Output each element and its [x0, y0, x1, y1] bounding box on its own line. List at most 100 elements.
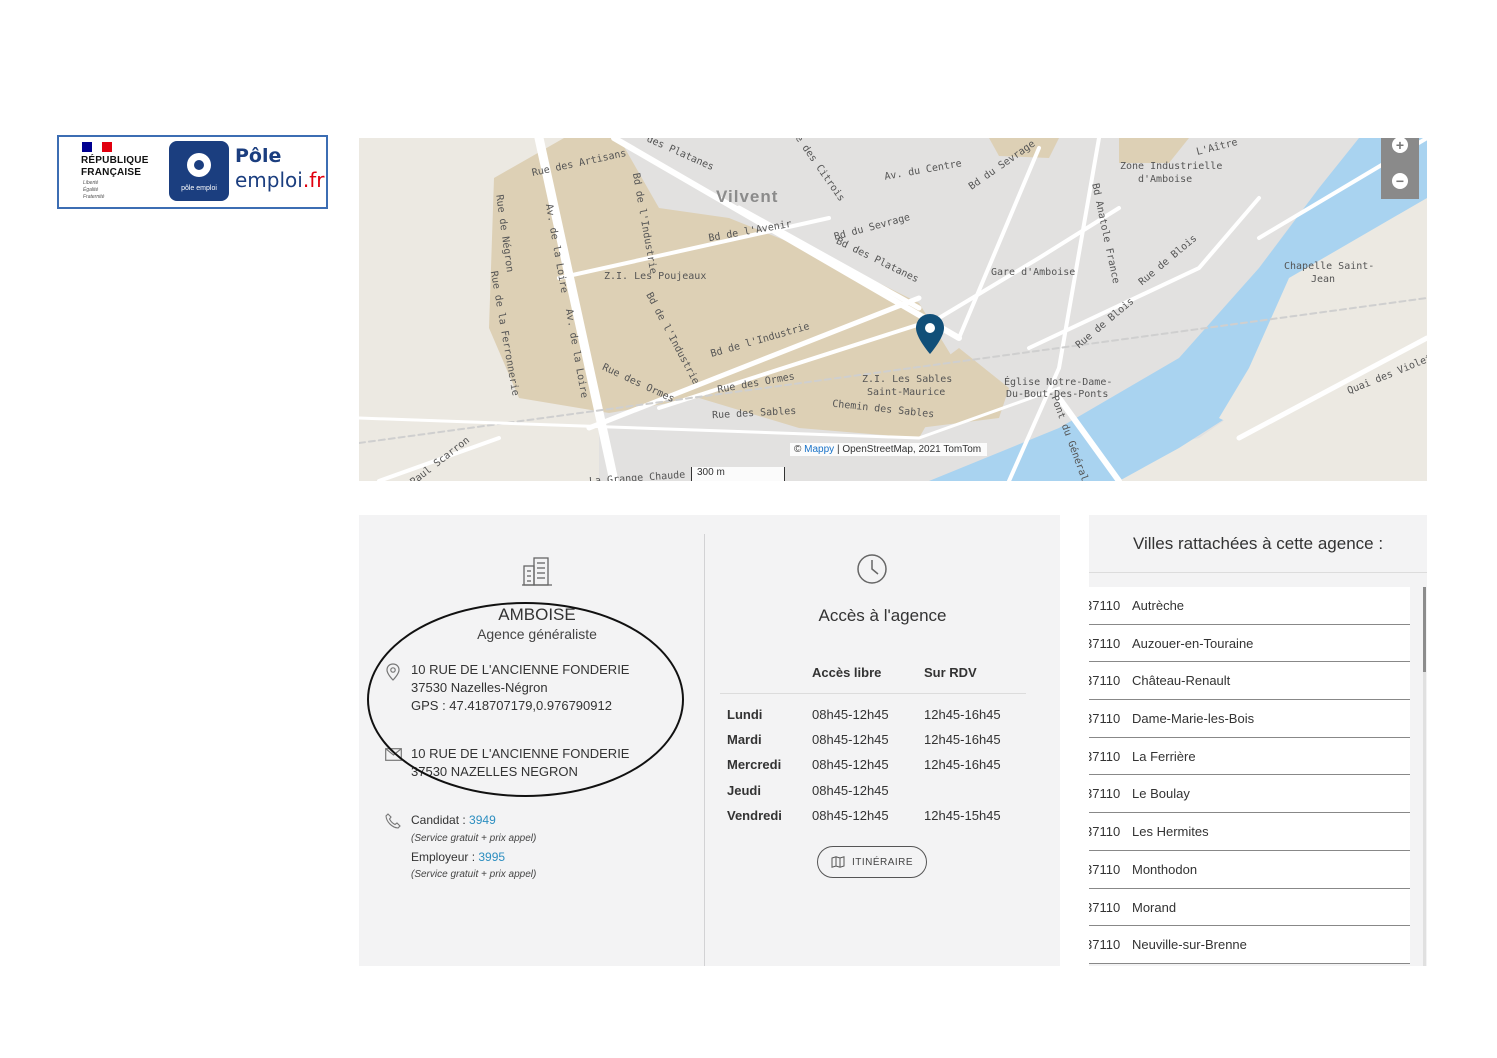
motto-2: Égalité	[83, 187, 99, 193]
map-scale: 300 m	[691, 467, 785, 481]
map-label: Jean	[1311, 274, 1336, 285]
towns-title: Villes rattachées à cette agence :	[1132, 534, 1384, 553]
towns-scrollbar-thumb[interactable]	[1423, 587, 1426, 672]
list-item: 37110 Dame-Marie-les-Bois	[1089, 700, 1410, 738]
hours-libre: 08h45-12h45	[812, 757, 889, 772]
motto-3: Fraternité	[83, 194, 105, 200]
phone-icon	[385, 813, 401, 829]
map-label: Z.I. Les Poujeaux	[604, 271, 707, 282]
attribution-rest: | OpenStreetMap, 2021 TomTom	[834, 444, 982, 455]
itinerary-button[interactable]: ITINÉRAIRE	[817, 846, 927, 878]
hours-rdv: 12h45-16h45	[924, 732, 1001, 747]
agency-map[interactable]: Rue des Artisans Rue des Platanes Vilven…	[359, 138, 1427, 481]
zoom-out-button[interactable]: −	[1381, 163, 1419, 199]
town-name: Neuville-sur-Brenne	[1132, 937, 1247, 953]
postal-code: 37110	[1089, 673, 1121, 689]
employeur-note: (Service gratuit + prix appel)	[411, 869, 537, 880]
brand-emploi: emploi	[235, 168, 303, 192]
map-label: Vilvent	[716, 187, 779, 206]
attribution-prefix: ©	[794, 444, 805, 455]
postal-code: 37110	[1089, 861, 1121, 877]
list-item: 37110 Château-Renault	[1089, 662, 1410, 701]
hours-separator	[720, 693, 1026, 694]
itinerary-label: ITINÉRAIRE	[851, 856, 914, 868]
pole-emploi-logo[interactable]: RÉPUBLIQUE FRANÇAISE Liberté Égalité Fra…	[57, 135, 328, 209]
candidat-label: Candidat :	[411, 813, 470, 827]
building-icon	[522, 557, 552, 586]
agency-info-panel: AMBOISE Agence généraliste 10 RUE DE L'A…	[359, 515, 1060, 966]
hours-libre: 08h45-12h45	[812, 783, 889, 798]
map-label: Saint-Maurice	[867, 387, 946, 398]
square-logo-text: pôle emploi	[181, 185, 217, 192]
postal-code: 37110	[1089, 748, 1121, 764]
town-name: Le Boulay	[1132, 786, 1190, 802]
plus-icon: +	[1392, 138, 1408, 153]
postal-code: 37110	[1089, 937, 1121, 953]
towns-separator	[1089, 572, 1427, 573]
map-label: Zone Industrielle	[1120, 161, 1223, 172]
postal-code: 37110	[1089, 598, 1121, 613]
list-item: 37110 La Ferrière	[1089, 738, 1410, 776]
pole-emploi-symbol-icon	[187, 153, 211, 177]
map-background	[359, 138, 1427, 481]
motto-1: Liberté	[83, 180, 99, 186]
town-name: Dame-Marie-les-Bois	[1132, 711, 1255, 727]
republic-line-2: FRANÇAISE	[81, 167, 142, 178]
employeur-label: Employeur :	[411, 850, 479, 864]
town-name: La Ferrière	[1132, 748, 1196, 764]
panel-divider	[704, 534, 705, 966]
pole-emploi-square-logo: pôle emploi	[169, 141, 229, 201]
map-label: d'Amboise	[1138, 174, 1193, 185]
attached-towns-panel: Villes rattachées à cette agence : 37110…	[1089, 515, 1427, 966]
french-flag-icon	[82, 142, 112, 152]
minus-icon: −	[1392, 173, 1408, 189]
map-label: Z.I. Les Sables	[862, 374, 953, 385]
towns-list[interactable]: 37110 Autrèche 37110 Auzouer-en-Touraine 3…	[1089, 587, 1410, 964]
employeur-number-link[interactable]: 3995	[478, 850, 505, 864]
town-name: Les Hermites	[1132, 824, 1209, 840]
day-label: Lundi	[727, 707, 763, 722]
candidat-number-link[interactable]: 3949	[469, 813, 496, 827]
location-marker-icon[interactable]	[916, 314, 944, 354]
hours-rdv: 12h45-15h45	[924, 808, 1001, 823]
list-item: 37110 Auzouer-en-Touraine	[1089, 625, 1410, 663]
map-attribution: © Mappy | OpenStreetMap, 2021 TomTom	[790, 443, 988, 456]
town-name: Château-Renault	[1132, 673, 1231, 689]
town-name: Monthodon	[1132, 861, 1198, 877]
hours-libre: 08h45-12h45	[812, 808, 889, 823]
candidat-note: (Service gratuit + prix appel)	[411, 833, 537, 844]
hours-libre: 08h45-12h45	[812, 707, 889, 722]
hours-rdv: 12h45-16h45	[924, 707, 1001, 722]
list-item: 37110 Les Hermites	[1089, 813, 1410, 851]
clock-icon	[857, 554, 887, 584]
list-item: 37110 Autrèche	[1089, 587, 1410, 625]
republic-line-1: RÉPUBLIQUE	[81, 155, 149, 166]
list-item: 37110 Monthodon	[1089, 851, 1410, 889]
postal-code: 37110	[1089, 635, 1121, 651]
access-title: Accès à l'agence	[818, 606, 947, 625]
brand-tld: .fr	[302, 168, 325, 192]
employeur-phone: Employeur : 3995	[411, 850, 505, 864]
postal-code: 37110	[1089, 824, 1121, 840]
mappy-link[interactable]: Mappy	[804, 444, 834, 455]
postal-code: 37110	[1089, 711, 1121, 727]
day-label: Mardi	[727, 732, 762, 747]
list-item: 37110 Morand	[1089, 889, 1410, 927]
day-label: Jeudi	[727, 783, 761, 798]
day-label: Mercredi	[727, 757, 782, 772]
town-name: Morand	[1132, 899, 1177, 915]
column-header-libre: Accès libre	[812, 665, 882, 680]
day-label: Vendredi	[727, 808, 782, 823]
candidat-phone: Candidat : 3949	[411, 813, 496, 827]
brand-line-1: Pôle	[235, 145, 282, 167]
hours-rdv: 12h45-16h45	[924, 757, 1001, 772]
list-item: 37110 Neuville-sur-Brenne	[1089, 926, 1410, 964]
town-name: Autrèche	[1132, 598, 1185, 613]
zoom-in-button[interactable]: +	[1381, 138, 1419, 163]
list-item: 37110 Le Boulay	[1089, 775, 1410, 814]
map-label: Église Notre-Dame-	[1004, 377, 1113, 388]
map-label: Gare d'Amboise	[991, 267, 1076, 278]
hours-libre: 08h45-12h45	[812, 732, 889, 747]
postal-code: 37110	[1089, 899, 1121, 915]
town-name: Auzouer-en-Touraine	[1132, 635, 1254, 651]
